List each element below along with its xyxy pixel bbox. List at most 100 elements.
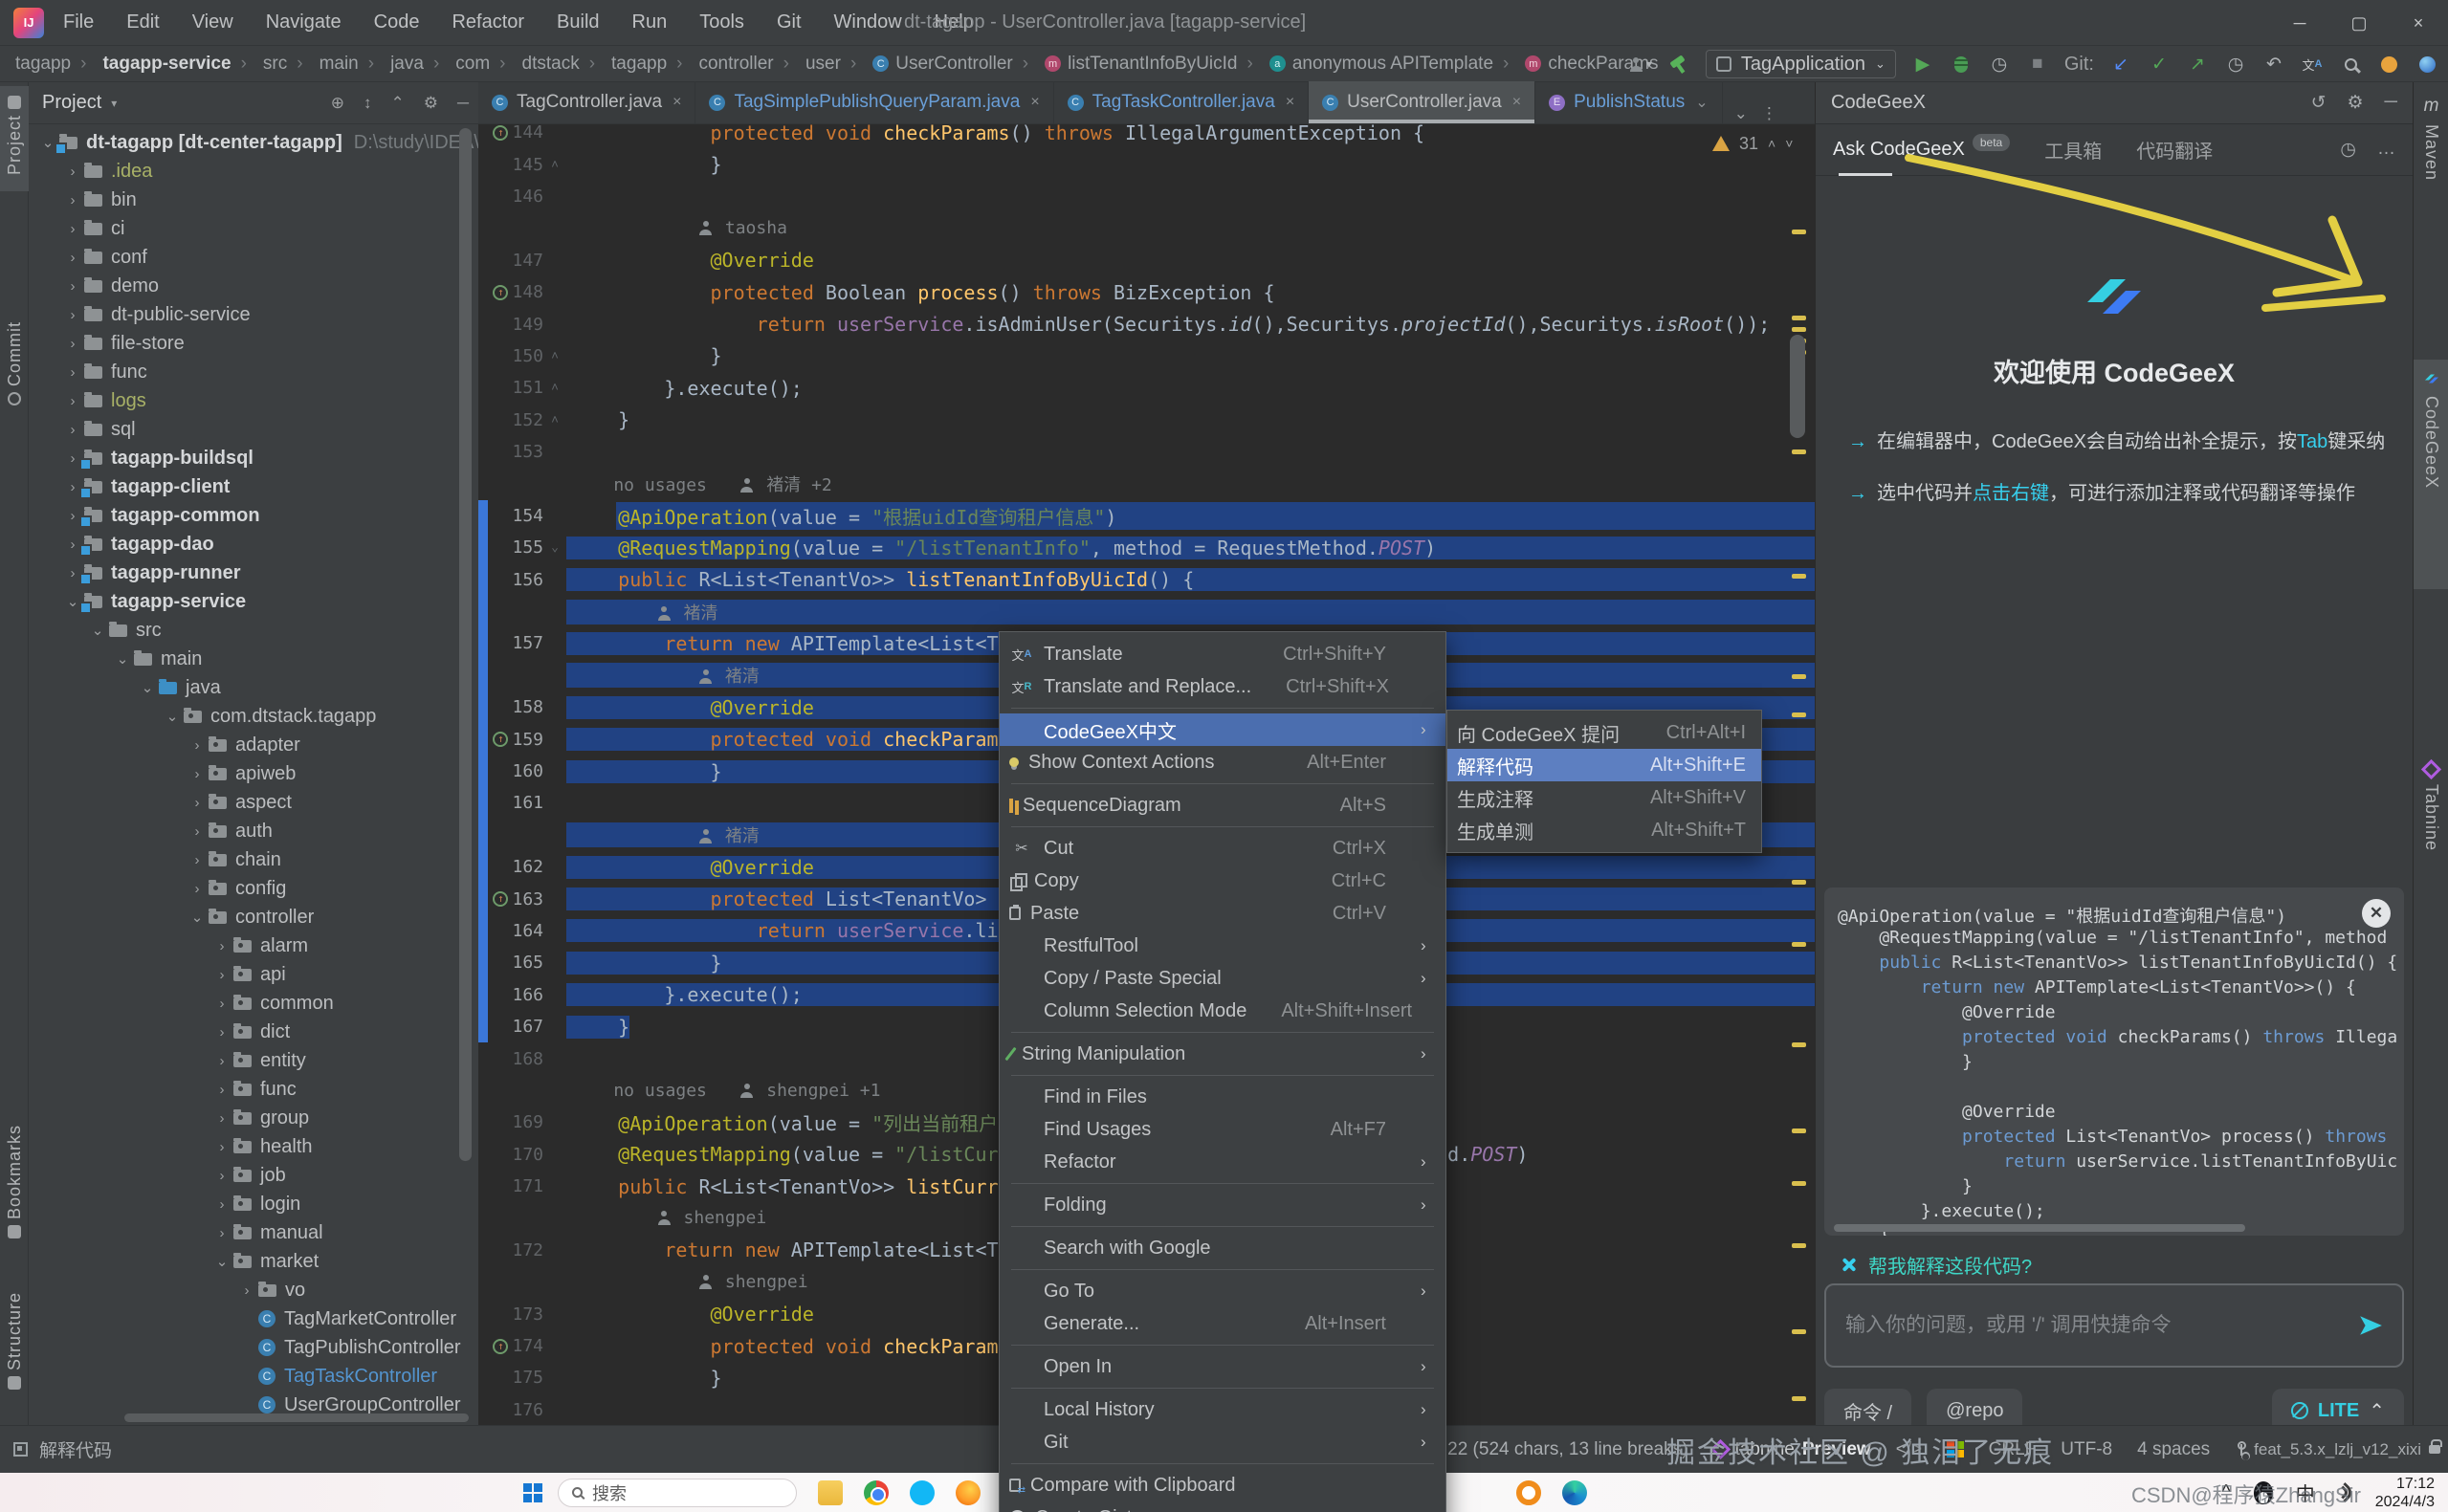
tree-item[interactable]: › alarm: [29, 931, 478, 960]
tree-item[interactable]: TagMarketController: [29, 1304, 478, 1333]
collapse-all-icon[interactable]: ⌃: [390, 94, 404, 113]
fold-marker-icon[interactable]: ˄: [547, 349, 562, 363]
editor-line[interactable]: 156 public R<List<TenantVo>> listTenantI…: [478, 563, 1815, 595]
menu-item[interactable]: Generate... Alt+Insert: [1000, 1307, 1445, 1340]
menu-item[interactable]: RestfulTool ›: [1000, 930, 1445, 962]
tree-expand-icon[interactable]: ›: [186, 766, 209, 782]
tree-expand-icon[interactable]: ›: [210, 1053, 233, 1069]
tree-expand-icon[interactable]: ›: [210, 996, 233, 1012]
menu-item[interactable]: Compare with Clipboard: [1000, 1469, 1445, 1501]
tree-vertical-scrollbar[interactable]: [459, 128, 472, 1161]
tree-expand-icon[interactable]: ›: [61, 422, 84, 438]
fold-marker-icon[interactable]: ˄: [547, 381, 562, 395]
expand-all-icon[interactable]: ↕: [364, 94, 372, 113]
project-panel-title[interactable]: Project: [42, 92, 101, 114]
panel-gear-icon[interactable]: ⚙: [2347, 92, 2363, 114]
tree-expand-icon[interactable]: ⌄: [136, 679, 159, 696]
menu-item[interactable]: Create Gist...: [1000, 1501, 1445, 1512]
fold-marker-icon[interactable]: ˄: [547, 413, 562, 427]
override-marker-icon[interactable]: [493, 157, 508, 172]
tree-item[interactable]: › logs: [29, 386, 478, 415]
tab-ask-codegeex[interactable]: Ask CodeGeeX beta: [1833, 124, 2010, 176]
submenu-item[interactable]: 生成单测 Alt+Shift+T: [1447, 814, 1761, 846]
quick-question-link[interactable]: 帮我解释这段代码?: [1841, 1251, 2032, 1279]
tree-expand-icon[interactable]: ›: [61, 250, 84, 266]
editor-tab[interactable]: C TagSimplePublishQueryParam.java ×: [695, 81, 1053, 123]
run-configuration-select[interactable]: TagApplication ⌄: [1706, 50, 1896, 78]
status-window-icon[interactable]: [13, 1442, 28, 1457]
ide-sphere-icon[interactable]: [2415, 52, 2438, 77]
editor-line[interactable]: taosha: [478, 212, 1815, 244]
tree-item[interactable]: › tagapp-runner: [29, 559, 478, 587]
breadcrumb-item[interactable]: controller: [667, 54, 773, 75]
qq-app-icon[interactable]: [910, 1480, 935, 1505]
tree-item[interactable]: › api: [29, 960, 478, 989]
menu-item[interactable]: Find in Files: [1000, 1081, 1445, 1113]
override-marker-icon[interactable]: [493, 1051, 508, 1066]
history-icon[interactable]: ◷: [2340, 139, 2356, 161]
tree-item[interactable]: ⌄ dt-tagapp [dt-center-tagapp] D:\study\…: [29, 128, 478, 157]
override-marker-icon[interactable]: [493, 891, 508, 907]
breadcrumb-item[interactable]: tagapp: [15, 54, 71, 75]
tree-expand-icon[interactable]: ›: [61, 364, 84, 381]
tree-item[interactable]: › conf: [29, 243, 478, 272]
submenu-item[interactable]: 解释代码 Alt+Shift+E: [1447, 749, 1761, 781]
tree-item[interactable]: › tagapp-buildsql: [29, 444, 478, 472]
git-update-icon[interactable]: ↙: [2109, 52, 2132, 77]
menu-item[interactable]: CodeGeeX中文 ›: [1000, 713, 1445, 746]
tree-expand-icon[interactable]: ›: [186, 852, 209, 868]
editor-line[interactable]: 150 ˄ }: [478, 340, 1815, 372]
tree-item[interactable]: › bin: [29, 186, 478, 214]
coverage-button[interactable]: ◷: [1988, 52, 2011, 77]
menu-code[interactable]: Code: [374, 11, 420, 33]
tree-expand-icon[interactable]: ⌄: [186, 909, 209, 926]
override-marker-icon[interactable]: [493, 1179, 508, 1194]
menu-item[interactable]: Copy / Paste Special ›: [1000, 962, 1445, 995]
tab-toolbox[interactable]: 工具箱: [2044, 124, 2102, 176]
menu-item[interactable]: String Manipulation ›: [1000, 1038, 1445, 1070]
breadcrumb-item[interactable]: m listTenantInfoByUicId: [1013, 54, 1238, 75]
tree-item[interactable]: ⌄ controller: [29, 903, 478, 931]
tree-item[interactable]: › health: [29, 1132, 478, 1161]
editor-tab[interactable]: C TagTaskController.java ×: [1054, 81, 1310, 123]
tree-item[interactable]: ⌄ tagapp-service: [29, 587, 478, 616]
menu-item[interactable]: Local History ›: [1000, 1393, 1445, 1426]
override-marker-icon[interactable]: [493, 188, 508, 204]
tree-item[interactable]: ⌄ market: [29, 1247, 478, 1276]
override-marker-icon[interactable]: [493, 860, 508, 875]
override-marker-icon[interactable]: [524, 476, 540, 492]
menu-item[interactable]: Cut Ctrl+X: [1000, 832, 1445, 865]
stripe-tab-maven[interactable]: m Maven: [2414, 90, 2448, 233]
editor-line[interactable]: no usages 褚清 +2: [478, 468, 1815, 499]
tree-item[interactable]: › apiweb: [29, 759, 478, 788]
breadcrumb-item[interactable]: C UserController: [841, 54, 1013, 75]
command-button[interactable]: 命令 /: [1824, 1389, 1911, 1425]
git-branch-widget[interactable]: feat_5.3.x_lzlj_v12_xixi: [2235, 1440, 2440, 1459]
caret-position[interactable]: 58:22 (524 chars, 13 line breaks): [1422, 1439, 1688, 1460]
menu-item[interactable]: Translate and Replace... Ctrl+Shift+X: [1000, 670, 1445, 703]
snippet-scrollbar[interactable]: [1834, 1224, 2245, 1232]
override-marker-icon[interactable]: [493, 1339, 508, 1354]
tree-expand-icon[interactable]: ›: [210, 967, 233, 983]
tree-expand-icon[interactable]: ›: [210, 1082, 233, 1098]
tree-item[interactable]: › file-store: [29, 329, 478, 358]
menu-item[interactable]: Paste Ctrl+V: [1000, 897, 1445, 930]
editor-line[interactable]: 148 protected Boolean process() throws B…: [478, 276, 1815, 308]
menu-item[interactable]: Find Usages Alt+F7: [1000, 1113, 1445, 1146]
explorer-icon[interactable]: [818, 1480, 843, 1505]
indent-setting[interactable]: 4 spaces: [2137, 1439, 2210, 1460]
tree-item[interactable]: › func: [29, 358, 478, 386]
tree-expand-icon[interactable]: ⌄: [111, 650, 134, 668]
override-marker-icon[interactable]: [493, 923, 508, 938]
editor-line[interactable]: 154 @ApiOperation(value = "根据uidId查询租户信息…: [478, 500, 1815, 532]
tree-item[interactable]: › auth: [29, 817, 478, 845]
tree-item[interactable]: › func: [29, 1075, 478, 1104]
tree-expand-icon[interactable]: ›: [61, 393, 84, 409]
breadcrumb-item[interactable]: dtstack: [490, 54, 580, 75]
override-marker-icon[interactable]: [524, 1275, 540, 1290]
override-marker-icon[interactable]: [524, 1211, 540, 1226]
override-marker-icon[interactable]: [524, 604, 540, 620]
tree-item[interactable]: › config: [29, 874, 478, 903]
tab-code-translate[interactable]: 代码翻译: [2136, 124, 2213, 176]
menu-tools[interactable]: Tools: [699, 11, 744, 33]
